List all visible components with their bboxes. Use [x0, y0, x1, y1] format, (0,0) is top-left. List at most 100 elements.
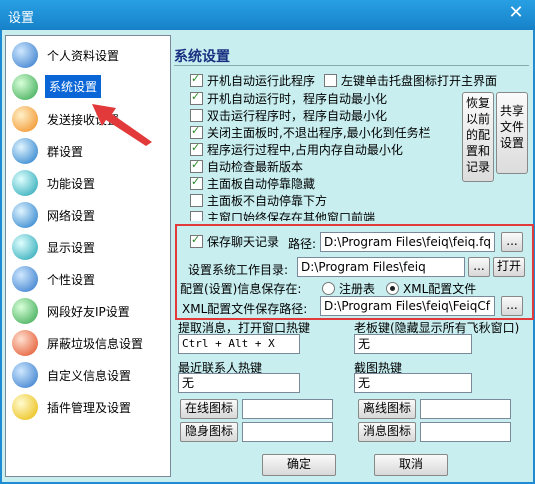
checkbox-label: 开机自动运行时，程序自动最小化 [207, 92, 388, 106]
panel-divider [174, 65, 529, 66]
window-title: 设置 [8, 11, 35, 26]
checkbox-label: 关闭主面板时,不退出程序,最小化到任务栏 [207, 126, 431, 140]
checkbox-check-update[interactable]: 自动检查最新版本 [190, 158, 303, 174]
checkbox-memory-minimize[interactable]: 程序运行过程中,占用内存自动最小化 [190, 141, 403, 157]
checkbox-left-click-tray[interactable]: 左键单击托盘图标打开主界面 [324, 72, 497, 88]
invisible-icon-button[interactable]: 隐身图标 [180, 422, 238, 442]
chat-path-field[interactable]: D:\Program Files\feiq\feiq.fq [320, 232, 495, 252]
checkbox-no-dock-bottom[interactable]: 主面板不自动停靠下方 [190, 192, 327, 208]
radio-label: 注册表 [339, 282, 376, 296]
close-icon[interactable]: ✕ [505, 2, 527, 24]
checkbox-autostart-minimize[interactable]: 开机自动运行时，程序自动最小化 [190, 90, 387, 106]
spam-block-icon [12, 330, 38, 356]
workdir-field[interactable]: D:\Program Files\feiq [297, 257, 465, 277]
sidebar-item-label: 屏蔽垃圾信息设置 [47, 337, 144, 351]
sidebar-item-custom-info[interactable]: 自定义信息设置 [9, 360, 165, 390]
checkbox-autostart[interactable]: 开机自动运行此程序 [190, 72, 315, 88]
checkbox-box[interactable] [190, 141, 203, 156]
restore-config-label: 恢复以前的配置和记录 [465, 96, 490, 174]
cancel-button[interactable]: 取消 [374, 454, 448, 476]
checkbox-label: 双击运行程序时，程序自动最小化 [207, 109, 388, 123]
share-file-settings-button[interactable]: 共享文件设置 [496, 92, 528, 174]
checkbox-label: 左键单击托盘图标打开主界面 [341, 74, 498, 88]
online-icon-preview [242, 399, 333, 419]
workdir-open-button[interactable]: 打开 [493, 257, 525, 277]
xml-path-field[interactable]: D:\Program Files\feiq\FeiqCf [320, 296, 495, 316]
checkbox-label: 开机自动运行此程序 [207, 74, 316, 88]
online-icon-button[interactable]: 在线图标 [180, 399, 238, 419]
checkbox-box[interactable] [190, 90, 203, 105]
checkbox-dblclick-minimize[interactable]: 双击运行程序时，程序自动最小化 [190, 107, 387, 123]
path-label: 路径: [288, 237, 317, 251]
display-icon [12, 234, 38, 260]
sidebar-item-ip-segment[interactable]: 网段好友IP设置 [9, 296, 165, 326]
checkbox-box[interactable] [324, 74, 337, 87]
xml-path-label: XML配置文件保存路径: [182, 302, 308, 316]
sidebar-item-label: 自定义信息设置 [47, 369, 132, 383]
user-profile-icon [12, 42, 38, 68]
checkbox-box[interactable] [190, 72, 203, 87]
checkbox-box[interactable] [190, 194, 203, 207]
workdir-label: 设置系统工作目录: [188, 263, 289, 277]
radio-button[interactable] [386, 282, 399, 295]
radio-button[interactable] [322, 282, 335, 295]
offline-icon-preview [420, 399, 511, 419]
sidebar-item-personal[interactable]: 个性设置 [9, 264, 165, 294]
sidebar-item-network[interactable]: 网络设置 [9, 200, 165, 230]
group-globe-icon [12, 138, 38, 164]
sidebar-item-label: 功能设置 [47, 177, 96, 191]
red-arrow-icon [92, 104, 152, 146]
recent-contact-hotkey-field[interactable]: 无 [178, 373, 300, 393]
workdir-browse-button[interactable]: ... [468, 257, 490, 277]
panel-title: 系统设置 [174, 49, 230, 65]
checkbox-box[interactable] [190, 175, 203, 190]
personal-icon [12, 266, 38, 292]
sidebar-item-label: 插件管理及设置 [47, 401, 132, 415]
chat-path-browse-button[interactable]: ... [501, 232, 523, 252]
checkbox-always-on-top[interactable]: 主窗口始终保存在其他窗口前端 [190, 209, 375, 221]
sidebar-item-function[interactable]: 功能设置 [9, 168, 165, 198]
network-icon [12, 202, 38, 228]
message-icon-button[interactable]: 消息图标 [358, 422, 416, 442]
send-receive-icon [12, 106, 38, 132]
radio-label: XML配置文件 [403, 282, 477, 296]
restore-config-button[interactable]: 恢复以前的配置和记录 [462, 92, 494, 182]
checkbox-box[interactable] [190, 124, 203, 139]
sidebar-item-label: 网络设置 [47, 209, 96, 223]
system-settings-icon [12, 74, 38, 100]
checkbox-box[interactable] [190, 109, 203, 122]
checkbox-label: 自动检查最新版本 [207, 160, 304, 174]
custom-info-icon [12, 362, 38, 388]
invisible-icon-preview [242, 422, 333, 442]
checkbox-box[interactable] [190, 158, 203, 173]
sidebar-item-plugin[interactable]: 插件管理及设置 [9, 392, 165, 422]
function-icon [12, 170, 38, 196]
checkbox-label: 主面板自动停靠隐藏 [207, 177, 316, 191]
plugin-icon [12, 394, 38, 420]
radio-registry[interactable]: 注册表 [322, 280, 375, 297]
checkbox-label: 保存聊天记录 [207, 235, 280, 249]
config-save-label: 配置(设置)信息保存在: [180, 282, 302, 296]
extract-hotkey-field[interactable]: Ctrl + Alt + X [178, 334, 300, 354]
sidebar-item-spam-block[interactable]: 屏蔽垃圾信息设置 [9, 328, 165, 358]
radio-xml[interactable]: XML配置文件 [386, 280, 476, 297]
ok-button[interactable]: 确定 [262, 454, 336, 476]
sidebar-item-display[interactable]: 显示设置 [9, 232, 165, 262]
checkbox-label: 主窗口始终保存在其他窗口前端 [207, 211, 376, 221]
checkbox-auto-dock[interactable]: 主面板自动停靠隐藏 [190, 175, 315, 191]
sidebar-item-system[interactable]: 系统设置 [9, 72, 165, 102]
checkbox-box[interactable] [190, 233, 203, 248]
xml-path-browse-button[interactable]: ... [501, 296, 523, 316]
checkbox-label: 程序运行过程中,占用内存自动最小化 [207, 143, 403, 157]
checkbox-label: 主面板不自动停靠下方 [207, 194, 328, 208]
checkbox-save-chat[interactable]: 保存聊天记录 [190, 233, 279, 249]
checkbox-box[interactable] [190, 211, 203, 221]
title-bar: 设置 ✕ [0, 0, 535, 30]
sidebar-item-profile[interactable]: 个人资料设置 [9, 40, 165, 70]
sidebar-item-label: 显示设置 [47, 241, 96, 255]
checkbox-close-to-tray[interactable]: 关闭主面板时,不退出程序,最小化到任务栏 [190, 124, 431, 140]
screenshot-hotkey-field[interactable]: 无 [354, 373, 472, 393]
ip-segment-icon [12, 298, 38, 324]
offline-icon-button[interactable]: 离线图标 [358, 399, 416, 419]
boss-key-field[interactable]: 无 [354, 334, 472, 354]
